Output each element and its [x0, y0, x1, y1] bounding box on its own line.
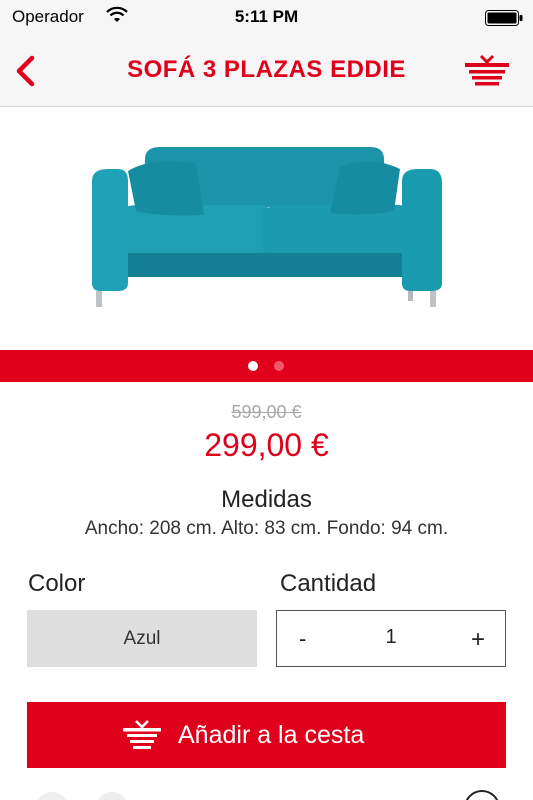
add-to-cart-label: Añadir a la cesta	[178, 721, 365, 749]
product-image[interactable]	[0, 107, 533, 350]
old-price: 599,00 €	[231, 402, 302, 422]
current-price: 299,00 €	[204, 427, 329, 463]
page-dot[interactable]	[274, 361, 284, 371]
quantity-label: Cantidad	[280, 570, 377, 597]
dimensions-title: Medidas	[221, 486, 312, 513]
page-dot-active[interactable]	[248, 361, 258, 371]
increment-button[interactable]: +	[471, 626, 485, 654]
clock: 5:11 PM	[234, 7, 299, 26]
color-label: Color	[28, 570, 86, 597]
battery-icon	[485, 10, 523, 26]
bottom-share-icons	[38, 790, 499, 800]
quantity-stepper: - 1 +	[276, 610, 506, 667]
gallery-pager	[0, 350, 533, 382]
status-bar: Operador 5:11 PM	[0, 0, 533, 34]
dimensions-text: Ancho: 208 cm. Alto: 83 cm. Fondo: 94 cm…	[84, 518, 449, 539]
color-select[interactable]: Azul	[27, 610, 257, 667]
page-title: SOFÁ 3 PLAZAS EDDIE	[127, 56, 406, 83]
cart-icon[interactable]	[465, 52, 509, 88]
basket-icon	[123, 720, 161, 749]
sofa-illustration	[92, 147, 442, 307]
back-chevron-icon[interactable]	[12, 54, 38, 88]
nav-bar: SOFÁ 3 PLAZAS EDDIE	[0, 34, 533, 107]
add-to-cart-button[interactable]: Añadir a la cesta	[27, 702, 506, 768]
